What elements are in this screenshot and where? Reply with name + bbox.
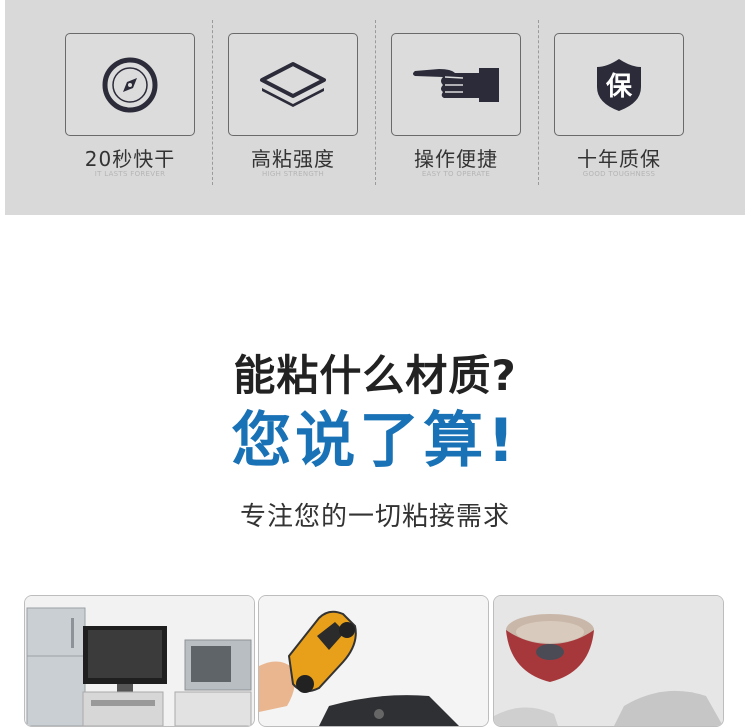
tagline: 专注您的一切粘接需求 [239,502,510,532]
feature-high-strength: 高粘强度 HIGH STRENGTH [228,0,378,215]
compass-icon [102,57,158,112]
feature-subtitle: HIGH STRENGTH [261,170,325,178]
feature-title: 高粘强度 [251,147,335,171]
feature-icon-box [228,33,358,136]
feature-subtitle: IT LASTS FOREVER [94,170,166,178]
feature-icon-box [65,33,195,136]
feature-title: 十年质保 [577,147,661,171]
pointing-hand-icon [413,67,499,102]
feature-quick-dry: 20秒快干 IT LASTS FOREVER [65,0,215,215]
ceramic-bowl-photo [493,595,724,727]
feature-icon-box: 保 [554,33,684,136]
feature-easy-operate: 操作便捷 EASY TO OPERATE [391,0,541,215]
badge-character: 保 [605,71,632,102]
feature-icon-box [391,33,521,136]
heading-answer: 您说了算! [231,406,519,476]
feature-title: 操作便捷 [414,147,498,171]
feature-title: 20秒快干 [84,147,176,171]
layers-icon [260,61,326,107]
shield-badge-icon: 保 [593,57,645,113]
feature-warranty: 保 十年质保 GOOD TOUGHNESS [554,0,704,215]
feature-subtitle: EASY TO OPERATE [421,170,491,178]
features-band: 20秒快干 IT LASTS FOREVER 高粘强度 HIGH STRENGT… [5,0,745,215]
feature-subtitle: GOOD TOUGHNESS [582,170,656,178]
appliances-photo [24,595,255,727]
toy-car-photo [258,595,489,727]
